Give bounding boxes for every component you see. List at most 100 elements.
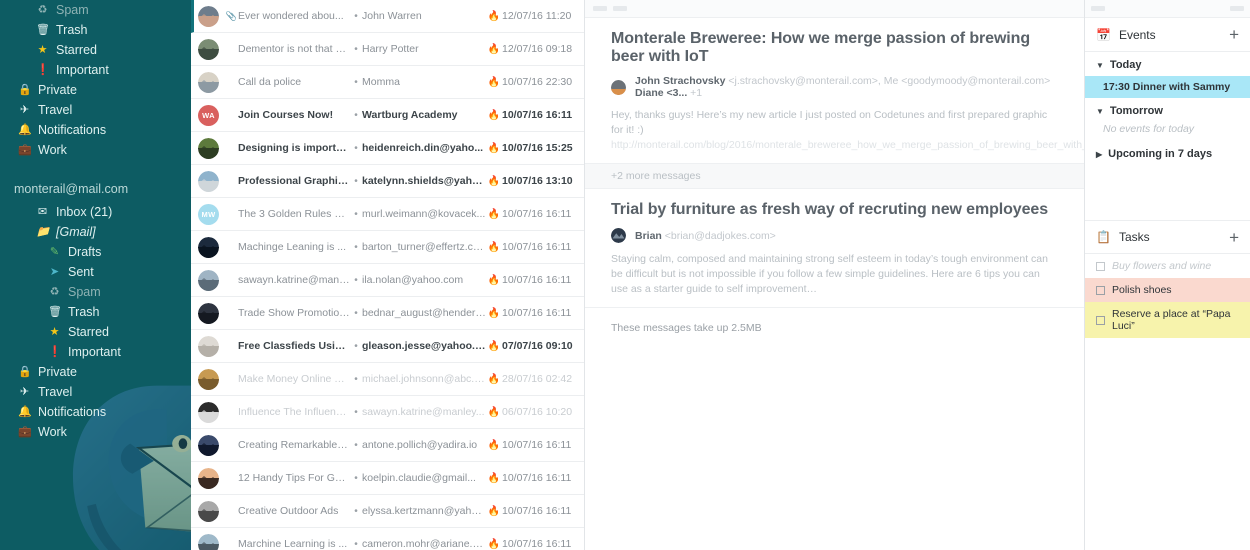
email-date: 10/07/16 16:11 (502, 274, 572, 286)
events-group-today[interactable]: ▼ Today (1085, 52, 1250, 76)
sidebar-item-label: Private (38, 83, 77, 97)
sidebar-item-trash-2[interactable]: 🗑 Trash (0, 302, 191, 322)
toolbar-ghost-icon[interactable] (1230, 6, 1244, 11)
email-sender: Momma (362, 76, 400, 88)
tasks-icon: 📋 (1096, 230, 1111, 244)
sidebar-item-inbox[interactable]: ✉ Inbox (21) (0, 202, 191, 222)
add-task-button[interactable]: + (1229, 229, 1239, 246)
sidebar-item-label: Important (56, 63, 109, 77)
flame-icon[interactable]: 🔥 (486, 242, 502, 253)
sidebar-item-spam[interactable]: ♻ Spam (0, 0, 191, 20)
task-item[interactable]: Polish shoes (1085, 278, 1250, 302)
flame-icon[interactable]: 🔥 (486, 275, 502, 286)
email-list-row[interactable]: Marchine Learning is ... • cameron.mohr@ar… (191, 528, 584, 550)
email-list-row[interactable]: Influence The Influence... • sawayn.katrin… (191, 396, 584, 429)
flame-icon[interactable]: 🔥 (486, 77, 502, 88)
email-list-row[interactable]: Dementor is not that bad • Harry Potter 🔥 12… (191, 33, 584, 66)
sidebar-item-notifications[interactable]: 🔔 Notifications (0, 120, 191, 140)
events-group-tomorrow[interactable]: ▼ Tomorrow (1085, 98, 1250, 122)
email-subject: Make Money Online Thr... (238, 373, 350, 385)
add-event-button[interactable]: + (1229, 26, 1239, 43)
events-group-upcoming[interactable]: ▶ Upcoming in 7 days (1085, 141, 1250, 165)
email-list-row[interactable]: Creative Outdoor Ads • elyssa.kertzmann@ya… (191, 495, 584, 528)
sidebar-item-drafts[interactable]: ✎ Drafts (0, 242, 191, 262)
sidebar-item-work-2[interactable]: 💼 Work (0, 422, 191, 442)
email-list-row[interactable]: Designing is important • heidenreich.din@y… (191, 132, 584, 165)
email-list-row[interactable]: 📎 Ever wondered abou... • John Warren 🔥 12/07… (191, 0, 584, 33)
checkbox-icon[interactable] (1096, 315, 1105, 325)
sidebar-item-private-2[interactable]: 🔒 Private (0, 362, 191, 382)
flame-icon[interactable]: 🔥 (486, 176, 502, 187)
checkbox-checked-icon[interactable] (1096, 261, 1105, 271)
events-group-label: Upcoming in 7 days (1108, 148, 1213, 160)
email-list-row[interactable]: 12 Handy Tips For Gener... • koelpin.claud… (191, 462, 584, 495)
task-item[interactable]: Buy flowers and wine (1085, 254, 1250, 278)
event-item[interactable]: 17:30 Dinner with Sammy (1085, 76, 1250, 98)
message-card[interactable]: Monterale Breweree: How we merge passion… (585, 18, 1084, 164)
flame-icon[interactable]: 🔥 (486, 110, 502, 121)
account-email: monterail@mail.com (14, 182, 129, 196)
email-list-row[interactable]: Professional Graphic De... • katelynn.shie… (191, 165, 584, 198)
email-list-row[interactable]: Free Classfieds Using Th... • gleason.jess… (191, 330, 584, 363)
flame-icon[interactable]: 🔥 (486, 44, 502, 55)
flame-icon[interactable]: 🔥 (486, 473, 502, 484)
message-sender-row: John Strachovsky <j.strachovsky@monterai… (611, 75, 1058, 99)
flame-icon[interactable]: 🔥 (486, 539, 502, 550)
sidebar-item-sent[interactable]: ➤ Sent (0, 262, 191, 282)
sidebar-item-travel-2[interactable]: ✈ Travel (0, 382, 191, 402)
sender-addresses: <j.strachovsky@monterail.com>, Me <goody… (725, 75, 1051, 87)
email-sender: elyssa.kertzmann@yahoo... (362, 505, 486, 517)
email-list-row[interactable]: Machinge Leaning is ... • barton_turner@ef… (191, 231, 584, 264)
email-list-row[interactable]: Creating Remarkable Po... • antone.pollich… (191, 429, 584, 462)
sidebar-item-important[interactable]: ❗ Important (0, 60, 191, 80)
left-sidebar: ♻ Spam 🗑 Trash ★ Starred ❗ Important 🔒 Privat… (0, 0, 191, 550)
task-item[interactable]: Reserve a place at “Papa Luci” (1085, 302, 1250, 338)
email-date: 10/07/16 16:11 (502, 505, 572, 517)
sidebar-item-travel[interactable]: ✈ Travel (0, 100, 191, 120)
email-list[interactable]: 📎 Ever wondered abou... • John Warren 🔥 12/07… (191, 0, 585, 550)
sidebar-item-important-2[interactable]: ❗ Important (0, 342, 191, 362)
email-list-row[interactable]: Trade Show Promotions • bednar_august@hend… (191, 297, 584, 330)
sidebar-item-label: Trash (56, 23, 88, 37)
message-sender-text: John Strachovsky <j.strachovsky@monterai… (635, 75, 1058, 99)
sidebar-item-label: Spam (68, 285, 101, 299)
sender-extra: Diane <3... (635, 87, 688, 99)
sender-name: Brian (635, 229, 662, 242)
tasks-panel-header: 📋 Tasks + (1085, 220, 1250, 254)
sidebar-item-notifications-2[interactable]: 🔔 Notifications (0, 402, 191, 422)
sidebar-item-spam-2[interactable]: ♻ Spam (0, 282, 191, 302)
message-card[interactable]: Trial by furniture as fresh way of recru… (585, 189, 1084, 308)
sidebar-item-gmail[interactable]: 📁 [Gmail] (0, 222, 191, 242)
toolbar-ghost-icon[interactable] (593, 6, 607, 11)
flame-icon[interactable]: 🔥 (486, 143, 502, 154)
toolbar-ghost-icon[interactable] (613, 6, 627, 11)
email-list-row[interactable]: WA Join Courses Now! • Wartburg Academy 🔥 10/… (191, 99, 584, 132)
email-date: 10/07/16 22:30 (502, 76, 573, 88)
flame-icon[interactable]: 🔥 (486, 209, 502, 220)
sidebar-item-starred[interactable]: ★ Starred (0, 40, 191, 60)
toolbar-ghost-icon[interactable] (1091, 6, 1105, 11)
email-list-row[interactable]: sawayn.katrine@manley... • ila.nolan@yahoo… (191, 264, 584, 297)
sidebar-item-private[interactable]: 🔒 Private (0, 80, 191, 100)
sidebar-item-starred-2[interactable]: ★ Starred (0, 322, 191, 342)
sidebar-item-trash[interactable]: 🗑 Trash (0, 20, 191, 40)
flame-icon[interactable]: 🔥 (486, 308, 502, 319)
checkbox-icon[interactable] (1096, 285, 1105, 295)
email-sender: gleason.jesse@yahoo.com (362, 340, 486, 352)
flame-icon[interactable]: 🔥 (486, 440, 502, 451)
email-list-row[interactable]: Make Money Online Thr... • michael.johnson… (191, 363, 584, 396)
email-subject: Machinge Leaning is ... (238, 241, 346, 253)
message-body-link[interactable]: http://monterail.com/blog/2016/monterale… (611, 139, 1084, 151)
email-list-row[interactable]: Call da police • Momma 🔥 10/07/16 22:30 (191, 66, 584, 99)
drafts-icon: ✎ (49, 246, 60, 258)
flame-icon[interactable]: 🔥 (486, 341, 502, 352)
flame-icon[interactable]: 🔥 (486, 506, 502, 517)
sidebar-item-work[interactable]: 💼 Work (0, 140, 191, 160)
more-messages-bar[interactable]: +2 more messages (585, 164, 1084, 189)
flame-icon[interactable]: 🔥 (486, 374, 502, 385)
avatar (198, 269, 219, 291)
flame-icon[interactable]: 🔥 (486, 407, 502, 418)
sender-addresses: <brian@dadjokes.com> (661, 229, 776, 242)
email-list-row[interactable]: MW The 3 Golden Rules Proff... • murl.weima… (191, 198, 584, 231)
flame-icon[interactable]: 🔥 (486, 11, 502, 22)
